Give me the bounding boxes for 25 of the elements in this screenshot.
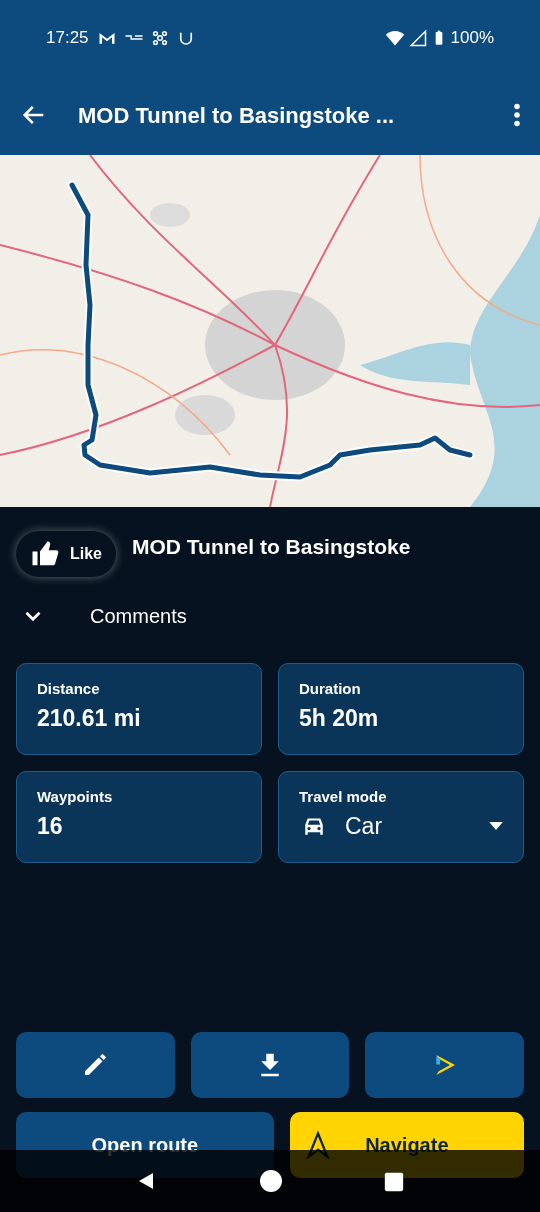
stat-label: Waypoints: [37, 787, 114, 807]
stat-label: Duration: [299, 679, 362, 699]
battery-level: 100%: [450, 26, 494, 49]
dropdown-caret-icon: [489, 821, 503, 830]
stat-value: 16: [37, 811, 64, 841]
stat-value: 210.61 mi: [37, 703, 142, 733]
travel-mode-dropdown[interactable]: Travel mode Car: [278, 771, 524, 863]
home-button[interactable]: [259, 1168, 283, 1194]
stat-value: 5h 20m: [299, 703, 380, 733]
recents-square-icon: [383, 1170, 405, 1193]
selected-value: Car: [345, 811, 383, 841]
download-button[interactable]: [190, 1032, 350, 1098]
clock: 17:25: [46, 26, 89, 49]
more-options-button[interactable]: [514, 102, 520, 128]
route-title: MOD Tunnel to Basingstoke: [132, 534, 411, 560]
stat-label: Travel mode: [299, 787, 388, 807]
like-button[interactable]: Like: [16, 531, 116, 577]
home-circle-icon: [259, 1169, 283, 1194]
fan-icon: [150, 28, 169, 47]
notification-icon: [124, 34, 143, 41]
kebab-menu-icon: [514, 103, 520, 128]
comments-toggle[interactable]: Comments: [20, 601, 187, 631]
stat-label: Distance: [37, 679, 101, 699]
screen-title: MOD Tunnel to Basingstoke ...: [78, 101, 396, 130]
signal-icon: [408, 28, 427, 47]
